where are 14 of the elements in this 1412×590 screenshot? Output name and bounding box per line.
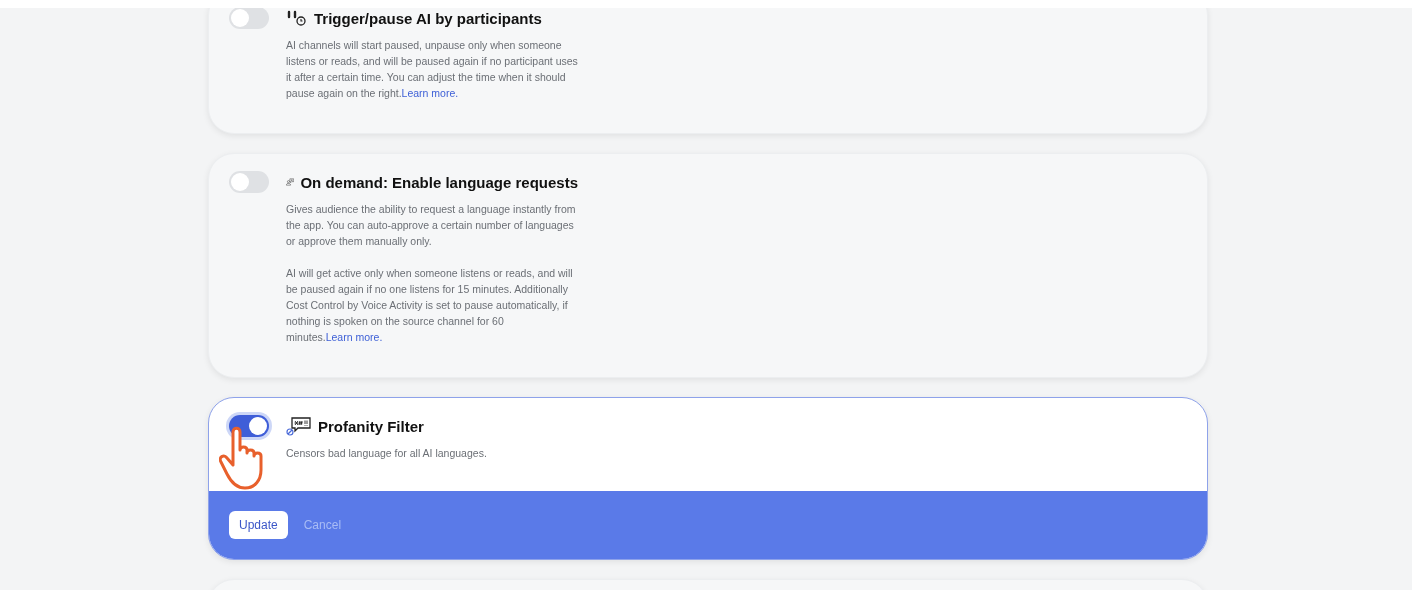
setting-title: Trigger/pause AI by participants bbox=[314, 9, 542, 27]
headphones-timer-icon bbox=[286, 9, 308, 27]
setting-description: AI will get active only when someone listens or reads, and will be paused again if no one listens for 15 minutes. Additionally Cost Control by Voice Activity is set to pause automatically, if nothing is spoken on the source channel for 60 minutes.Learn more. bbox=[286, 266, 574, 345]
setting-description: Censors bad language for all AI languages. bbox=[286, 446, 488, 461]
setting-title: Profanity Filter bbox=[318, 417, 424, 435]
toggle-switch[interactable] bbox=[229, 171, 269, 193]
setting-title: On demand: Enable language requests bbox=[300, 173, 578, 191]
update-button[interactable]: Update bbox=[229, 511, 288, 539]
toggle-switch[interactable] bbox=[229, 8, 269, 29]
censored-chat-icon bbox=[286, 416, 312, 436]
setting-description: AI channels will start paused, unpause only when someone listens or reads, and will be paused again if no participant uses it after a certain time. You can adjust the time when it should pause again on the right.Learn more. bbox=[286, 38, 578, 101]
setting-description: Gives audience the ability to request a language instantly from the app. You can auto-approve a certain number of languages or approve them manually only. bbox=[286, 202, 577, 249]
learn-more-link[interactable]: Learn more. bbox=[325, 331, 383, 343]
toggle-switch[interactable] bbox=[229, 415, 269, 437]
